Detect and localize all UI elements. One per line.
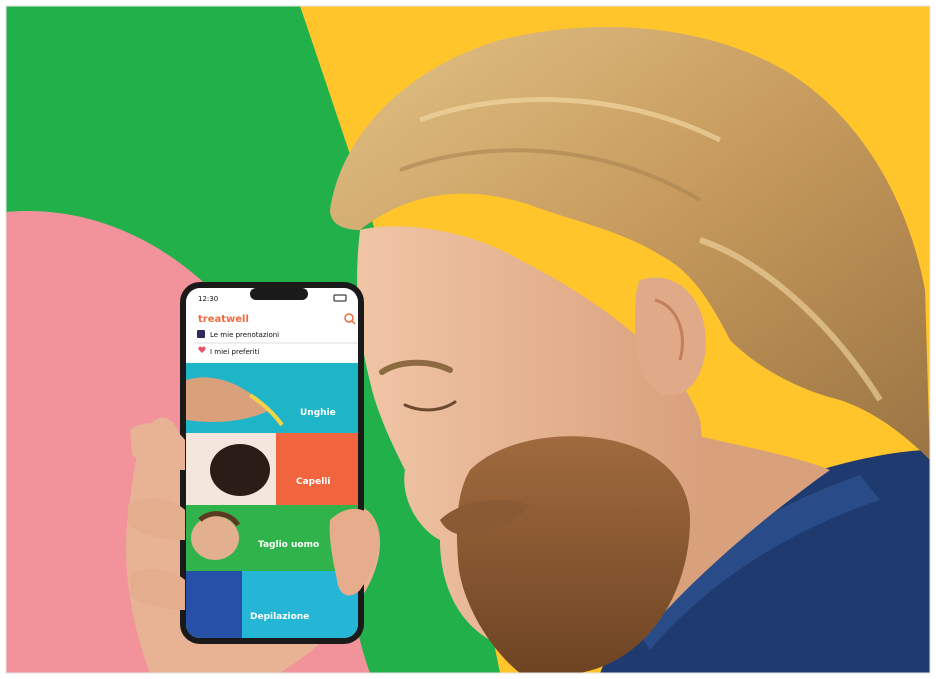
brand-logo: treatwell [198, 314, 249, 325]
phone-notch [250, 288, 308, 300]
tile-label: Unghie [300, 408, 336, 418]
tile-label: Taglio uomo [258, 540, 319, 550]
phone: 12:30 treatwell Le mie prenotazioni I mi… [180, 282, 364, 644]
tile-nails[interactable]: Unghie [186, 363, 358, 433]
scene: 12:30 treatwell Le mie prenotazioni I mi… [5, 5, 931, 674]
tile-label: Capelli [296, 477, 330, 487]
tile-waxing[interactable]: Depilazione [186, 571, 358, 638]
tile-hair[interactable]: Capelli [186, 433, 358, 505]
menu-item-favourites[interactable]: I miei preferiti [210, 348, 259, 356]
tile-label: Depilazione [250, 612, 309, 622]
status-time: 12:30 [198, 295, 218, 303]
calendar-icon [197, 330, 205, 338]
menu-item-bookings[interactable]: Le mie prenotazioni [210, 331, 279, 339]
